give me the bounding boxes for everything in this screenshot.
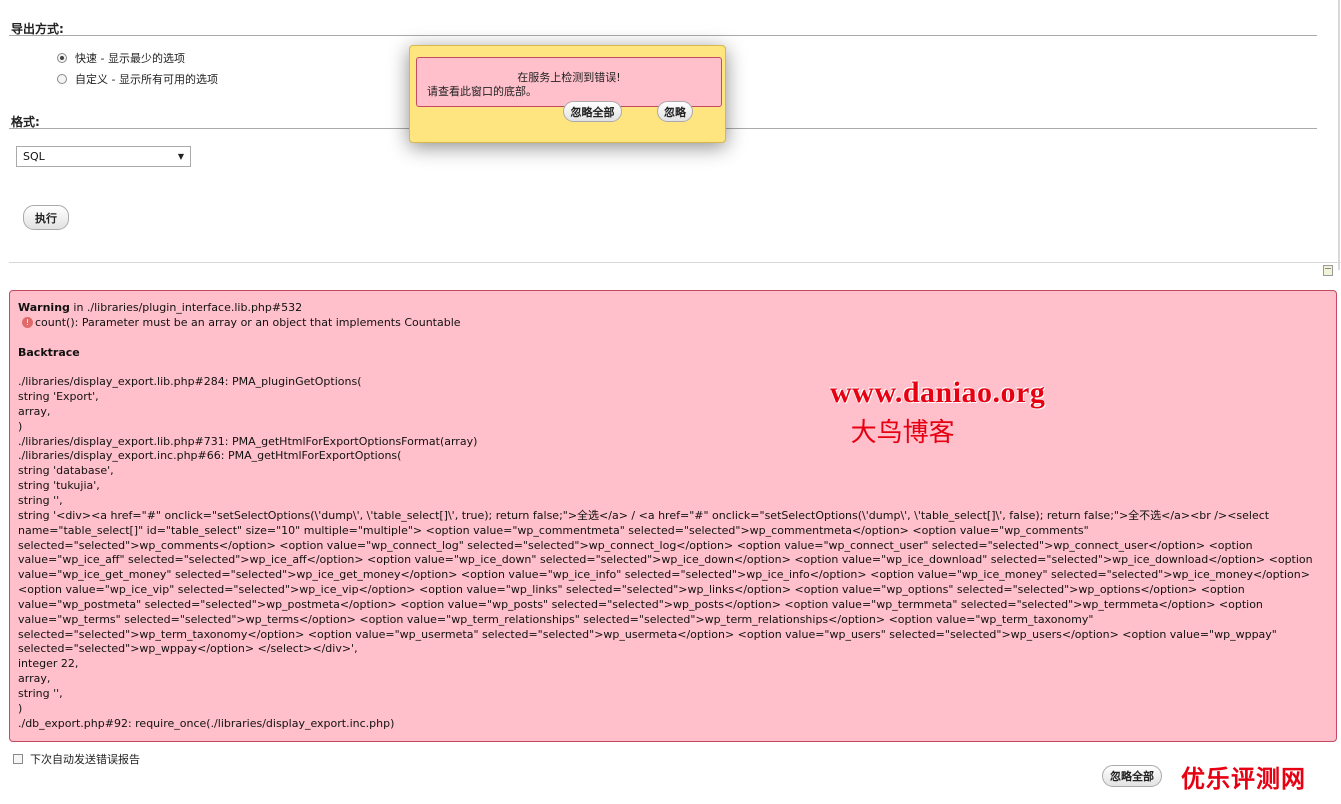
format-select-value: SQL <box>23 150 45 163</box>
trace-line: ) <box>18 701 23 715</box>
trace-line: ./libraries/display_export.inc.php#66: P… <box>18 449 402 463</box>
auto-report-row[interactable]: 下次自动发送错误报告 <box>13 751 140 767</box>
trace-line: ./libraries/display_export.lib.php#731: … <box>18 434 478 448</box>
format-select[interactable]: SQL ▼ <box>16 146 191 167</box>
corner-watermark: 优乐评测网 <box>1181 765 1306 793</box>
backtrace-title: Backtrace <box>18 345 80 359</box>
page-divider <box>9 262 1341 263</box>
trace-line: string 'Export', <box>18 390 99 404</box>
trace-line: array, <box>18 672 51 686</box>
warning-line: Warning in ./libraries/plugin_interface.… <box>18 301 1328 316</box>
trace-line: string 'tukujia', <box>18 479 100 493</box>
radio-custom-button[interactable] <box>57 74 67 84</box>
auto-report-checkbox[interactable] <box>13 754 23 764</box>
radio-quick[interactable]: 快速 - 显示最少的选项 <box>57 50 185 66</box>
page-icon[interactable] <box>1323 265 1333 276</box>
popup-message-box: 在服务上检测到错误! 请查看此窗口的底部。 <box>416 57 722 107</box>
dropdown-arrow-icon: ▼ <box>177 152 184 161</box>
error-panel: Warning in ./libraries/plugin_interface.… <box>9 290 1337 742</box>
auto-report-label: 下次自动发送错误报告 <box>30 753 140 766</box>
radio-quick-label: 快速 - 显示最少的选项 <box>75 52 185 65</box>
execute-button[interactable]: 执行 <box>23 205 69 230</box>
warning-location: in ./libraries/plugin_interface.lib.php#… <box>69 301 303 314</box>
ignore-all-button-bottom[interactable]: 忽略全部 <box>1102 765 1162 787</box>
watermark-url: www.daniao.org <box>830 376 1046 409</box>
radio-custom[interactable]: 自定义 - 显示所有可用的选项 <box>57 71 218 87</box>
popup-line-2: 请查看此窗口的底部。 <box>427 85 537 98</box>
radio-quick-button[interactable] <box>57 53 67 63</box>
trace-line: string '', <box>18 493 63 507</box>
error-message: count(): Parameter must be an array or a… <box>35 315 461 329</box>
watermark: www.daniao.org 大鸟博客 <box>830 376 1045 449</box>
export-method-rule <box>9 35 1317 36</box>
trace-line: string '<div><a href="#" onclick="setSel… <box>18 508 1317 656</box>
popup-ignore-all-button[interactable]: 忽略全部 <box>563 101 622 122</box>
watermark-name: 大鸟博客 <box>850 418 955 448</box>
trace-line: string '', <box>18 686 63 700</box>
trace-line: ) <box>18 419 23 433</box>
error-notification-popup: 在服务上检测到错误! 请查看此窗口的底部。 忽略全部 忽略 <box>409 45 726 143</box>
error-message-line: ! count(): Parameter must be an array or … <box>18 316 1328 331</box>
scrollbar-edge <box>1338 0 1340 270</box>
trace-line: ./db_export.php#92: require_once(./libra… <box>18 716 395 730</box>
backtrace-list: ./libraries/display_export.lib.php#284: … <box>18 375 1328 731</box>
trace-line: array, <box>18 404 51 418</box>
warning-label: Warning <box>18 301 70 314</box>
popup-ignore-button[interactable]: 忽略 <box>657 101 693 122</box>
warning-icon: ! <box>22 317 33 329</box>
radio-custom-label: 自定义 - 显示所有可用的选项 <box>75 73 218 86</box>
trace-line: ./libraries/display_export.lib.php#284: … <box>18 375 362 389</box>
trace-line: integer 22, <box>18 657 79 671</box>
trace-line: string 'database', <box>18 464 114 478</box>
